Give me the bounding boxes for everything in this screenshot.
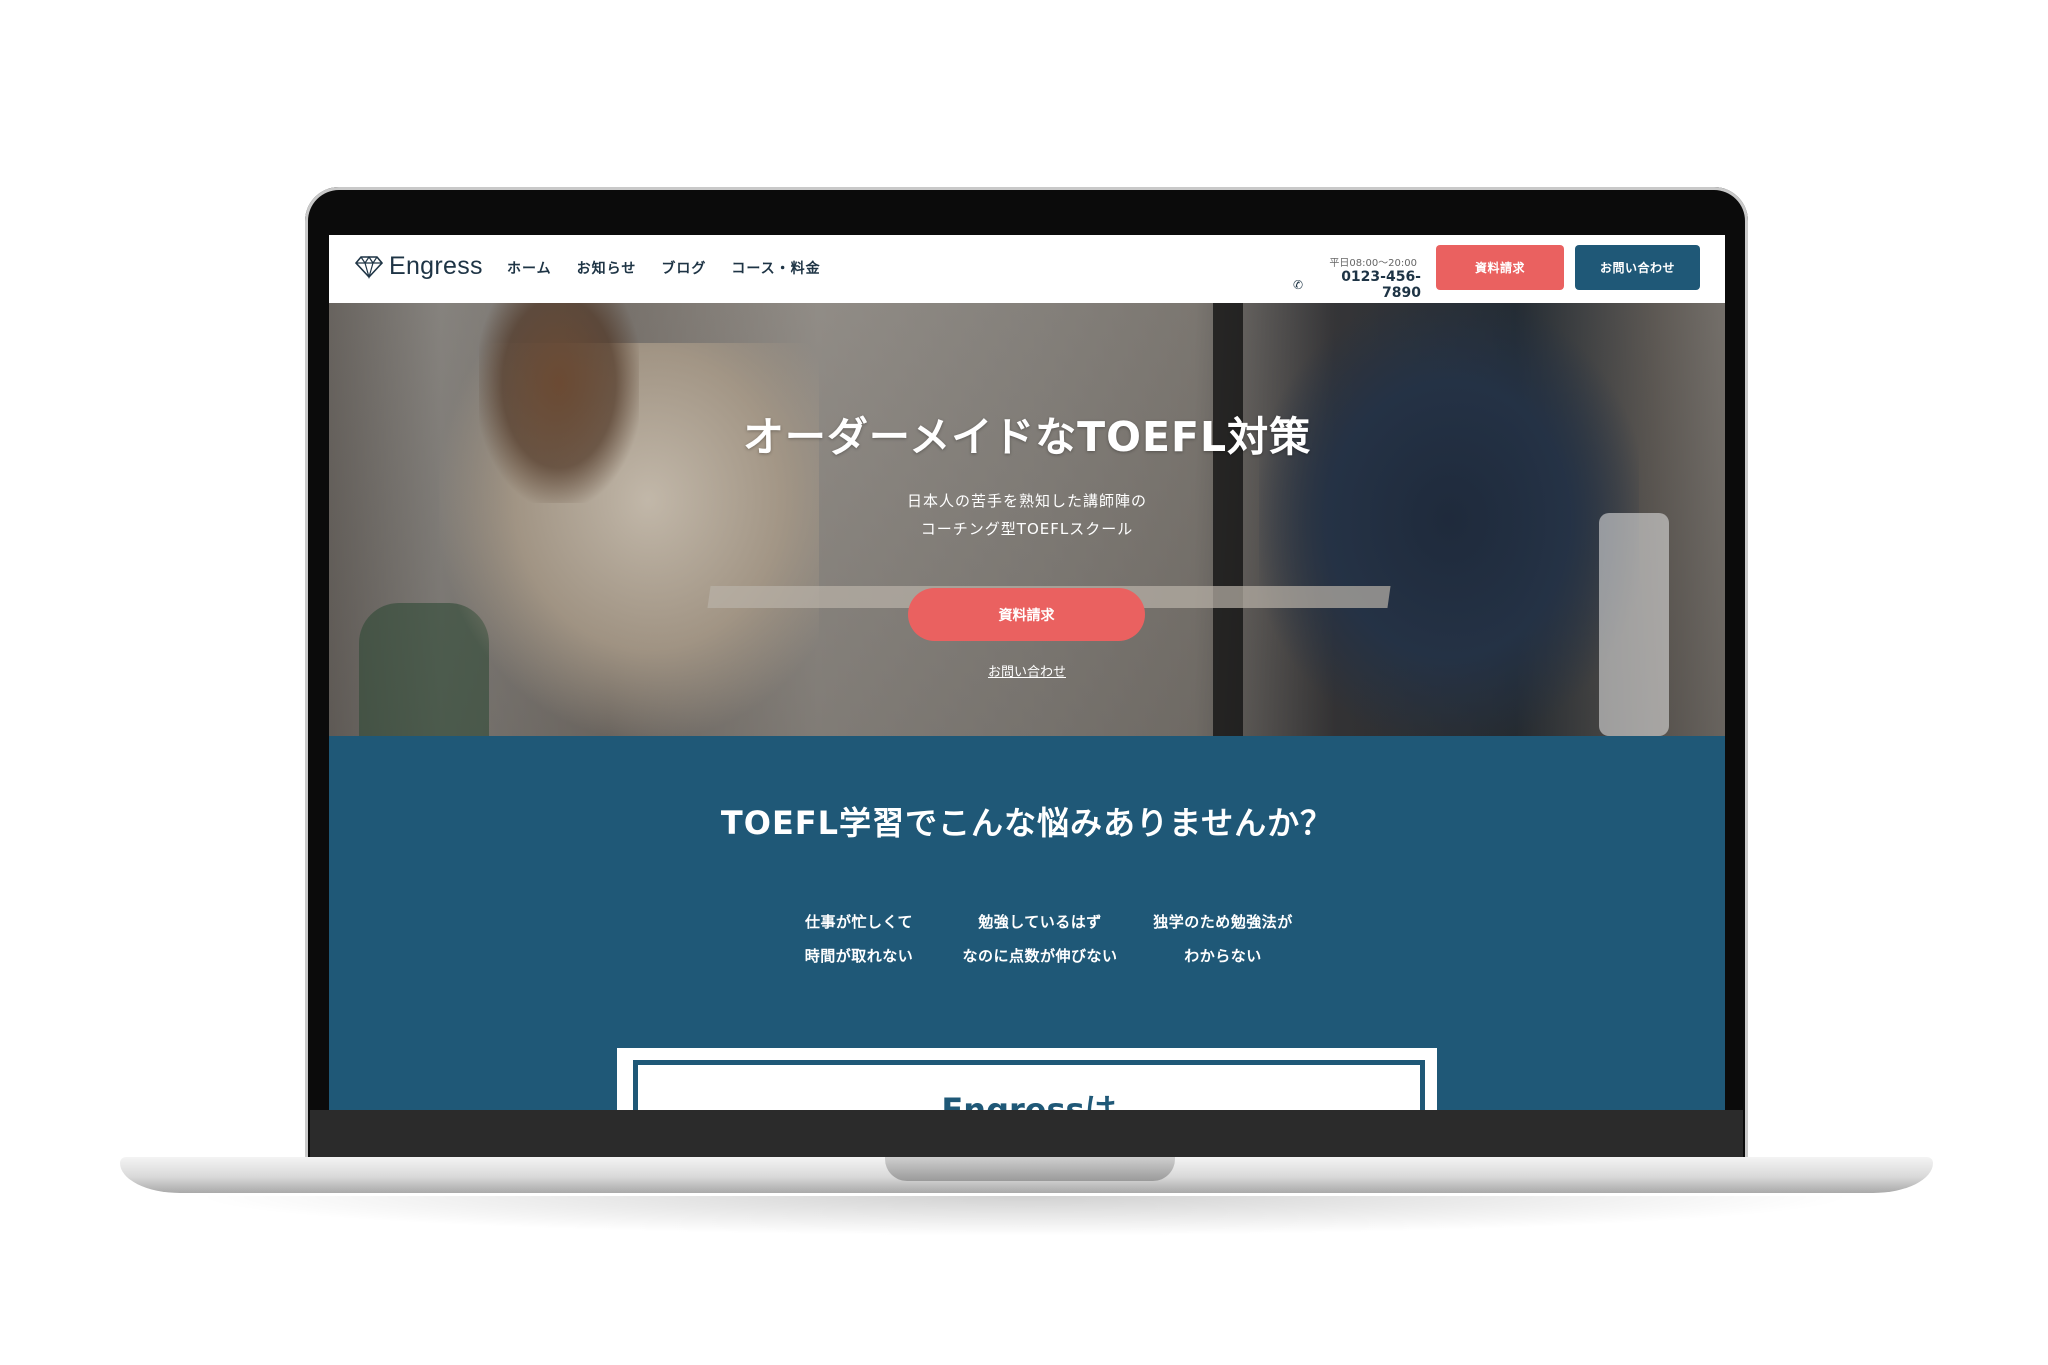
issue-line: 時間が取れない [804,947,914,965]
hero-request-docs-button[interactable]: 資料請求 [908,588,1145,641]
hero-contact-link[interactable]: お問い合わせ [329,661,1725,680]
site-logo[interactable]: Engress [355,252,483,281]
phone-text: 0123-456-7890 [1341,269,1421,301]
issue-line: 独学のため勉強法が [1153,913,1293,931]
issue-item: 独学のため勉強法が わからない [1123,905,1323,973]
logo-text: Engress [389,252,483,280]
nav-item-news[interactable]: お知らせ [577,258,637,278]
hero-subtitle-line1: 日本人の苦手を熟知した講師陣の [906,492,1147,510]
hero-title: オーダーメイドなTOEFL対策 [742,413,1312,461]
main-nav: ホーム お知らせ ブログ コース・料金 [507,258,821,278]
phone-icon: ✆ [1293,278,1304,292]
hero-subtitle-line2: コーチング型TOEFLスクール [920,520,1134,538]
hero-section: オーダーメイドなTOEFL対策 日本人の苦手を熟知した講師陣の コーチング型TO… [329,303,1725,736]
diamond-icon [355,255,383,279]
about-card: Engressは [617,1048,1437,1110]
nav-item-blog[interactable]: ブログ [661,258,706,278]
laptop-shadow [190,1196,1860,1236]
issues-heading: TOEFL学習でこんな悩みありませんか？ [720,804,1334,842]
about-card-border: Engressは [633,1060,1425,1110]
hero-photo-chair-right [1599,513,1669,736]
laptop-notch [885,1157,1175,1181]
contact-button[interactable]: お問い合わせ [1575,245,1700,290]
phone-number[interactable]: ✆ 0123-456-7890 [1293,269,1421,301]
business-hours: 平日08:00〜20:00 [1329,258,1417,269]
site-header: Engress ホーム お知らせ ブログ コース・料金 平日08:00〜20:0… [329,235,1725,303]
issue-line: 勉強しているはず [978,913,1102,931]
issue-line: わからない [1184,947,1262,965]
laptop-bezel [310,1110,1743,1160]
request-docs-button[interactable]: 資料請求 [1436,245,1564,290]
laptop-screen: Engress ホーム お知らせ ブログ コース・料金 平日08:00〜20:0… [329,235,1725,1110]
nav-item-courses[interactable]: コース・料金 [731,258,820,278]
nav-item-home[interactable]: ホーム [507,258,552,278]
about-heading: Engressは [941,1091,1117,1110]
issue-item: 仕事が忙しくて 時間が取れない [759,905,959,973]
issue-line: 仕事が忙しくて [804,913,914,931]
issue-item: 勉強しているはず なのに点数が伸びない [940,905,1140,973]
issue-line: なのに点数が伸びない [962,947,1118,965]
